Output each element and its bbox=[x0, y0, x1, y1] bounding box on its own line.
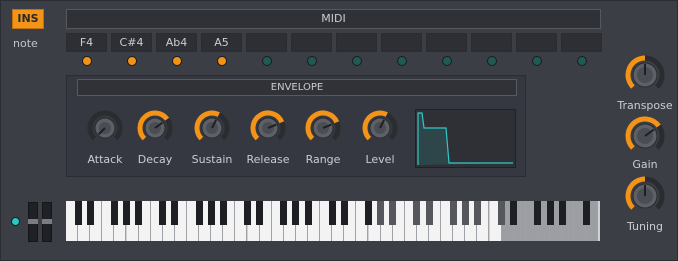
note-indicator-dot bbox=[307, 56, 317, 66]
mod-wheel-slider[interactable] bbox=[42, 202, 52, 242]
note-label: note bbox=[13, 37, 38, 50]
black-key[interactable] bbox=[219, 201, 227, 225]
black-key[interactable] bbox=[74, 201, 82, 225]
black-key[interactable] bbox=[558, 201, 566, 225]
black-key[interactable] bbox=[340, 201, 348, 225]
release-label: Release bbox=[246, 153, 290, 166]
sustain-label: Sustain bbox=[191, 153, 233, 166]
black-key[interactable] bbox=[389, 201, 397, 225]
note-indicator-dot bbox=[127, 56, 137, 66]
black-key[interactable] bbox=[582, 201, 590, 225]
black-key[interactable] bbox=[510, 201, 518, 225]
note-slot[interactable]: F4 bbox=[66, 33, 107, 52]
note-slot[interactable]: A5 bbox=[201, 33, 242, 52]
note-indicator-dot bbox=[487, 56, 497, 66]
note-slot[interactable] bbox=[471, 33, 512, 52]
black-key[interactable] bbox=[280, 201, 288, 225]
envelope-section: ENVELOPE Attack Decay Sustain Release Ra… bbox=[66, 75, 526, 177]
note-indicator-dot bbox=[532, 56, 542, 66]
envelope-graph bbox=[415, 109, 516, 168]
note-slot[interactable]: Ab4 bbox=[156, 33, 197, 52]
note-indicator-dot bbox=[397, 56, 407, 66]
black-key[interactable] bbox=[207, 201, 215, 225]
note-slot[interactable] bbox=[381, 33, 422, 52]
black-key[interactable] bbox=[256, 201, 264, 225]
black-key[interactable] bbox=[425, 201, 433, 225]
black-key[interactable] bbox=[110, 201, 118, 225]
black-key[interactable] bbox=[328, 201, 336, 225]
note-indicator-dot bbox=[577, 56, 587, 66]
level-knob[interactable] bbox=[362, 110, 398, 146]
gain-label: Gain bbox=[632, 158, 658, 171]
note-indicator-dot bbox=[82, 56, 92, 66]
midi-activity-led bbox=[11, 217, 20, 226]
black-key[interactable] bbox=[365, 201, 372, 225]
black-key[interactable] bbox=[304, 201, 312, 225]
black-key[interactable] bbox=[377, 201, 385, 225]
note-slot[interactable] bbox=[516, 33, 557, 52]
black-key[interactable] bbox=[292, 201, 300, 225]
black-key[interactable] bbox=[461, 201, 469, 225]
black-key[interactable] bbox=[171, 201, 179, 225]
note-indicator-dot bbox=[262, 56, 272, 66]
range-knob[interactable] bbox=[305, 110, 341, 146]
decay-knob[interactable] bbox=[137, 110, 173, 146]
release-knob[interactable] bbox=[250, 110, 286, 146]
note-slot[interactable] bbox=[561, 33, 602, 52]
range-label: Range bbox=[305, 153, 341, 166]
black-key[interactable] bbox=[534, 201, 542, 225]
attack-knob[interactable] bbox=[87, 110, 123, 146]
black-key[interactable] bbox=[473, 201, 481, 225]
black-key[interactable] bbox=[244, 201, 251, 225]
note-indicator-dot bbox=[217, 56, 227, 66]
tuning-label: Tuning bbox=[626, 220, 663, 233]
decay-label: Decay bbox=[137, 153, 173, 166]
envelope-title: ENVELOPE bbox=[77, 79, 517, 96]
transpose-knob[interactable] bbox=[625, 55, 665, 95]
mod-wheel-thumb[interactable] bbox=[42, 219, 52, 224]
note-slot[interactable] bbox=[246, 33, 287, 52]
note-slot[interactable] bbox=[426, 33, 467, 52]
note-slot[interactable] bbox=[336, 33, 377, 52]
black-key[interactable] bbox=[135, 201, 143, 225]
note-indicator-dot bbox=[442, 56, 452, 66]
black-key[interactable] bbox=[195, 201, 203, 225]
black-key[interactable] bbox=[449, 201, 457, 225]
black-key[interactable] bbox=[413, 201, 421, 225]
level-label: Level bbox=[365, 153, 395, 166]
note-indicator-dot bbox=[172, 56, 182, 66]
gain-knob[interactable] bbox=[625, 116, 665, 156]
note-slot[interactable] bbox=[291, 33, 332, 52]
black-key[interactable] bbox=[123, 201, 130, 225]
pitch-bend-thumb[interactable] bbox=[28, 219, 38, 224]
midi-header: MIDI bbox=[66, 9, 601, 29]
black-key[interactable] bbox=[546, 201, 554, 225]
black-key[interactable] bbox=[159, 201, 167, 225]
pitch-bend-slider[interactable] bbox=[28, 202, 38, 242]
instrument-panel: INS MIDI note F4 C#4 Ab4 A5 ENVELOPE Att… bbox=[0, 0, 678, 261]
black-key[interactable] bbox=[498, 201, 506, 225]
transpose-label: Transpose bbox=[617, 99, 673, 112]
note-slot[interactable]: C#4 bbox=[111, 33, 152, 52]
note-indicator-dot bbox=[352, 56, 362, 66]
piano-keyboard[interactable] bbox=[66, 201, 600, 241]
ins-button[interactable]: INS bbox=[12, 9, 44, 29]
black-key[interactable] bbox=[86, 201, 94, 225]
sustain-knob[interactable] bbox=[194, 110, 230, 146]
tuning-knob[interactable] bbox=[625, 176, 665, 216]
